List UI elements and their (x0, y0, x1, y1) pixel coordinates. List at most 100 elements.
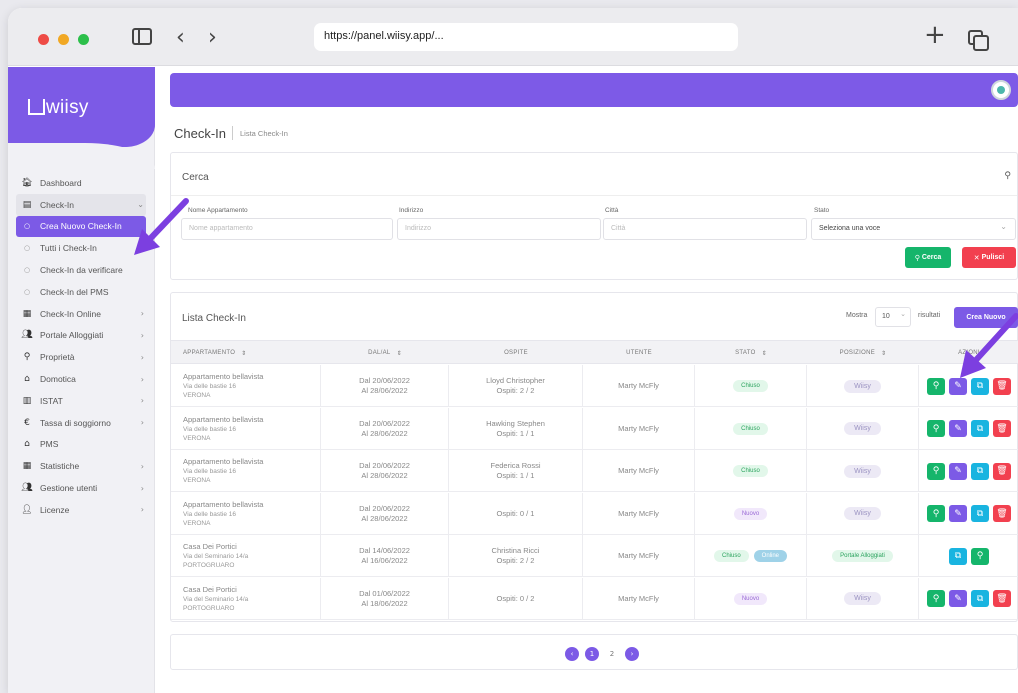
duplicate-button[interactable]: ⧉ (971, 505, 989, 522)
view-button[interactable]: ⚲ (927, 462, 945, 480)
next-page-button[interactable]: › (625, 647, 639, 661)
edit-button[interactable]: ✎ (949, 462, 967, 480)
new-tab-icon[interactable]: + (924, 21, 946, 49)
sidebar-item-label: Check-In Online (40, 308, 101, 319)
checkin-list-card: Lista Check-In Mostra 10 risultati Crea … (170, 292, 1018, 622)
sidebar-item-pms[interactable]: ⌂ PMS (16, 434, 146, 456)
delete-button[interactable]: 🗑︎ (993, 590, 1011, 607)
column-header-label: UTENTE (626, 350, 652, 356)
status-select[interactable]: Seleziona una voce (811, 218, 1016, 240)
page-button-current[interactable]: 1 (585, 647, 599, 661)
avatar[interactable] (991, 80, 1011, 100)
table-cell: Casa Dei Portici Via del Seminario 14/a PO… (171, 577, 321, 620)
column-header[interactable]: POSIZIONE ⇕ (807, 341, 919, 365)
table-cell: ⚲ ✎ ⧉ 🗑︎ (919, 450, 1018, 492)
sidebar-item-domotica[interactable]: ⌂ Domotica › (16, 368, 146, 390)
delete-button[interactable]: 🗑︎ (993, 505, 1011, 522)
edit-button[interactable]: ✎ (949, 420, 967, 437)
position-badge: Wiisy (844, 592, 881, 605)
maximize-window-button[interactable] (78, 34, 89, 45)
apartment-name[interactable]: Appartamento bellavista (183, 500, 320, 510)
chevron-right-icon: › (140, 418, 144, 428)
chevron-right-icon[interactable]: › (208, 24, 217, 52)
clear-button-label: Pulisci (981, 254, 1005, 261)
logo[interactable]: wiisy (28, 97, 89, 119)
apartment-name-input[interactable]: Nome appartamento (181, 218, 393, 240)
view-button[interactable]: ⚲ (927, 377, 945, 395)
delete-button[interactable]: 🗑︎ (993, 462, 1011, 480)
address-bar[interactable]: https://panel.wiisy.app/... (314, 23, 738, 51)
sort-icon[interactable]: ⇕ (762, 350, 767, 357)
home-icon: 🏠︎ (21, 177, 33, 188)
city-input[interactable]: Città (603, 218, 807, 240)
position-badge: Wiisy (844, 464, 881, 478)
sort-icon[interactable]: ⇕ (397, 350, 402, 357)
duplicate-button[interactable]: ⧉ (971, 462, 989, 480)
sidebar-item-check-in[interactable]: ▤ Check-In ⌄ (16, 193, 146, 216)
table-cell: Dal 01/06/2022 Al 18/06/2022 (321, 577, 449, 620)
duplicate-button[interactable]: ⧉ (971, 420, 989, 437)
apartment-name[interactable]: Casa Dei Portici (183, 585, 320, 595)
sidebar-toggle-icon[interactable] (132, 28, 152, 45)
delete-button[interactable]: 🗑︎ (993, 420, 1011, 437)
apartment-address: Via delle bastie 16 (183, 425, 237, 433)
sidebar-item-gestione-utenti[interactable]: 👥︎ Gestione utenti › (16, 477, 146, 499)
column-header[interactable]: DAL/AL ⇕ (321, 341, 449, 365)
sidebar-item-statistiche[interactable]: ▦ Statistiche › (16, 455, 146, 477)
search-button[interactable]: ⚲ Cerca (905, 247, 951, 268)
view-button[interactable]: ⚲ (971, 547, 989, 565)
apartment-name[interactable]: Appartamento bellavista (183, 372, 320, 382)
apartment-name[interactable]: Appartamento bellavista (183, 415, 320, 425)
date-from: Dal 20/06/2022 (359, 503, 410, 513)
table-row: Appartamento bellavista Via delle bastie … (171, 407, 1018, 450)
column-header[interactable]: APPARTAMENTO ⇕ (171, 341, 321, 365)
apartment-name[interactable]: Appartamento bellavista (183, 457, 320, 467)
prev-page-button[interactable]: ‹ (565, 647, 579, 661)
minimize-window-button[interactable] (58, 34, 69, 45)
duplicate-button[interactable]: ⧉ (971, 590, 989, 607)
sidebar-item-dashboard[interactable]: 🏠︎ Dashboard (16, 172, 146, 194)
user-name: Marty McFly (618, 466, 659, 475)
sidebar-item-label: PMS (40, 439, 59, 450)
sidebar-item-propriet[interactable]: ⚲ Proprietà › (16, 346, 146, 368)
edit-icon: ✎ (954, 423, 962, 434)
sidebar-item-crea-nuovo-check-in[interactable]: ○ Crea Nuovo Check-In (16, 215, 146, 238)
table-cell: Nuovo (695, 492, 807, 535)
sidebar-item-portale-alloggiati[interactable]: 👥︎ Portale Alloggiati › (16, 325, 146, 347)
sort-icon[interactable]: ⇕ (881, 350, 886, 357)
page-button[interactable]: 2 (605, 647, 619, 661)
column-header[interactable]: STATO ⇕ (695, 341, 807, 365)
view-button[interactable]: ⚲ (927, 505, 945, 522)
table-cell: Wiisy (807, 450, 919, 492)
copy-icon: ⧉ (976, 466, 984, 476)
close-icon: ✕ (973, 253, 980, 262)
chevron-left-icon[interactable]: ‹ (176, 24, 185, 52)
duplicate-button[interactable]: ⧉ (949, 547, 967, 565)
clear-button[interactable]: ✕ Pulisci (962, 247, 1016, 268)
table-cell: Marty McFly (583, 577, 695, 620)
view-button[interactable]: ⚲ (927, 590, 945, 607)
position-badge: Wiisy (844, 379, 881, 393)
copy-icon: ⧉ (954, 551, 962, 561)
sidebar-item-check-in-da-verificare[interactable]: ○ Check-In da verificare (16, 259, 146, 281)
sidebar-item-check-in-del-pms[interactable]: ○ Check-In del PMS (16, 281, 146, 303)
sidebar-item-tutti-i-check-in[interactable]: ○ Tutti i Check-In (16, 237, 146, 259)
breadcrumb-divider (232, 126, 233, 140)
table-header: APPARTAMENTO ⇕ DAL/AL ⇕ OSPITE UTENTE STATO ⇕ PO… (171, 340, 1018, 364)
search-icon[interactable]: ⚲ (1004, 171, 1011, 181)
edit-button[interactable]: ✎ (949, 505, 967, 522)
edit-button[interactable]: ✎ (949, 590, 967, 607)
sidebar-item-licenze[interactable]: 👤︎ Licenze › (16, 499, 146, 521)
table-cell: Wiisy (807, 492, 919, 535)
apartment-name[interactable]: Casa Dei Portici (183, 542, 320, 552)
tabs-overview-icon[interactable] (968, 30, 989, 51)
page-size-select[interactable]: 10 (875, 307, 911, 327)
sidebar-item-check-in-online[interactable]: ▦ Check-In Online › (16, 303, 146, 325)
address-input[interactable]: Indirizzo (397, 218, 601, 240)
status-badge: Chiuso (733, 465, 768, 477)
view-button[interactable]: ⚲ (927, 420, 945, 437)
sidebar-item-istat[interactable]: ▥ ISTAT › (16, 390, 146, 412)
sort-icon[interactable]: ⇕ (241, 350, 246, 357)
sidebar-item-tassa-di-soggiorno[interactable]: € Tassa di soggiorno › (16, 412, 146, 434)
close-window-button[interactable] (38, 34, 49, 45)
